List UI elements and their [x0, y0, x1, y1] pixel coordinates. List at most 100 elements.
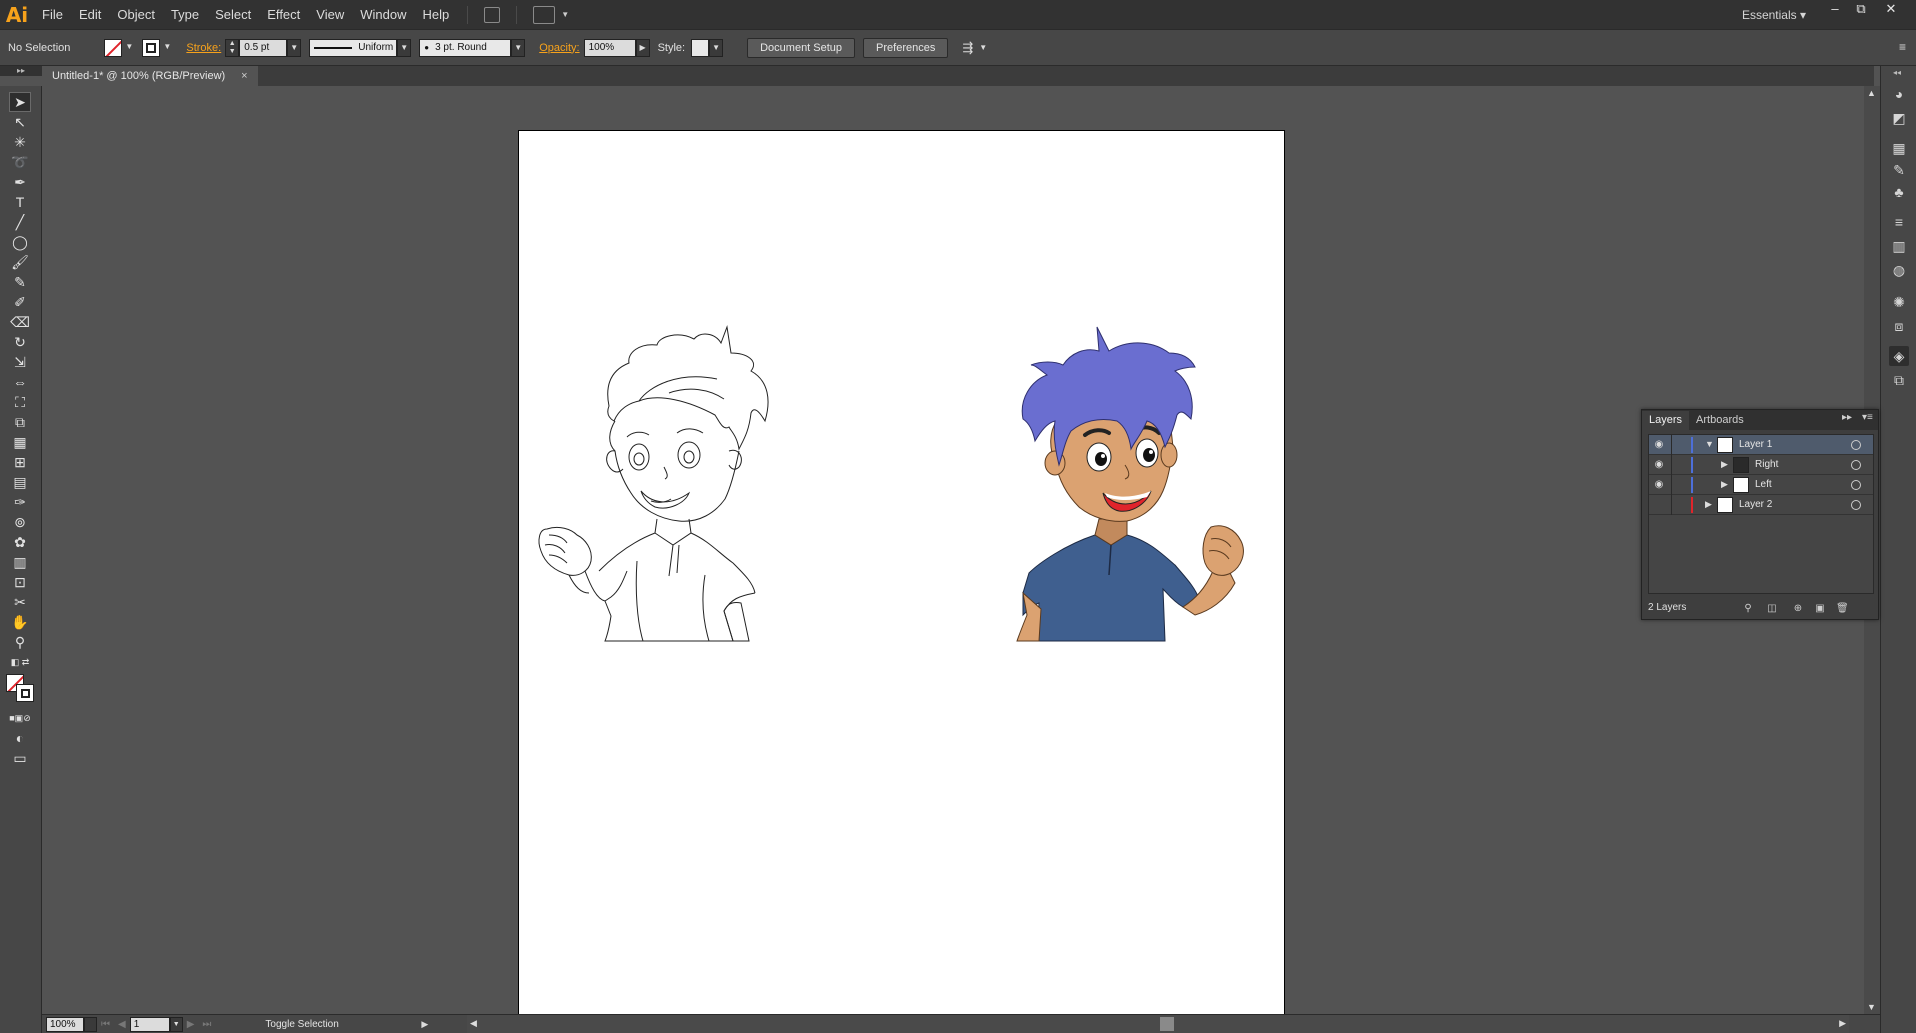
layer-row-right[interactable]: ◉ ▶ Right — [1649, 455, 1873, 475]
lasso-tool-icon[interactable]: ➰ — [9, 152, 31, 172]
close-tab-icon[interactable]: × — [241, 70, 247, 82]
arrange-documents-icon[interactable] — [533, 5, 556, 24]
perspective-grid-tool-icon[interactable]: ▦ — [9, 432, 31, 452]
panel-options-icon[interactable]: ▾≡ — [1862, 412, 1873, 423]
layer-row-layer2[interactable]: ▶ Layer 2 — [1649, 495, 1873, 515]
chevron-down-icon[interactable]: ▼ — [561, 10, 569, 19]
layer-row-left[interactable]: ◉ ▶ Left — [1649, 475, 1873, 495]
shape-builder-tool-icon[interactable]: ⧉ — [9, 412, 31, 432]
zoom-dropdown-icon[interactable] — [84, 1016, 97, 1032]
type-tool-icon[interactable]: T — [9, 192, 31, 212]
lock-toggle[interactable] — [1671, 455, 1672, 475]
toolbar-collapse-icon[interactable]: ▸▸ — [0, 66, 42, 76]
stroke-weight-field[interactable]: 0.5 pt — [239, 38, 288, 57]
menu-file[interactable]: File — [34, 0, 71, 30]
previous-artboard-icon[interactable]: ◀ — [118, 1019, 126, 1030]
mesh-tool-icon[interactable]: ⊞ — [9, 452, 31, 472]
magic-wand-tool-icon[interactable]: ✳ — [9, 132, 31, 152]
document-tab[interactable]: Untitled-1* @ 100% (RGB/Preview) × — [42, 66, 258, 86]
screen-mode-icon[interactable]: ▭ — [9, 748, 31, 768]
appearance-panel-icon[interactable]: ✺ — [1889, 292, 1909, 312]
layer-name[interactable]: Left — [1755, 475, 1772, 495]
width-tool-icon[interactable]: ⇔ — [9, 372, 31, 392]
free-transform-tool-icon[interactable]: ⛶ — [9, 392, 31, 412]
first-artboard-icon[interactable]: ⏮ — [101, 1019, 110, 1030]
lock-toggle[interactable] — [1671, 475, 1672, 495]
menu-edit[interactable]: Edit — [71, 0, 109, 30]
menu-type[interactable]: Type — [163, 0, 207, 30]
next-artboard-icon[interactable]: ▶ — [187, 1019, 195, 1030]
artboard[interactable] — [518, 130, 1285, 1014]
brush-definition[interactable]: ● 3 pt. Round — [419, 38, 512, 57]
visibility-eye-icon[interactable]: ◉ — [1653, 459, 1665, 471]
graphic-styles-icon[interactable]: ⧈ — [1889, 316, 1909, 336]
color-mode-icon[interactable]: ■▣⊘ — [9, 708, 31, 728]
collapse-panel-icon[interactable]: ▸▸ — [1842, 412, 1852, 423]
target-circle-icon[interactable] — [1851, 500, 1861, 510]
visibility-eye-icon[interactable]: ◉ — [1653, 439, 1665, 451]
stroke-dropdown-icon[interactable]: ▼ — [160, 39, 174, 57]
eraser-tool-icon[interactable]: ⌫ — [9, 312, 31, 332]
fill-swatch[interactable] — [104, 38, 123, 57]
preferences-button[interactable]: Preferences — [863, 37, 949, 58]
brushes-panel-icon[interactable]: ✎ — [1889, 160, 1909, 180]
collapse-triangle-icon[interactable]: ▼ — [1705, 439, 1714, 449]
symbol-sprayer-tool-icon[interactable]: ✿ — [9, 532, 31, 552]
rotate-tool-icon[interactable]: ↻ — [9, 332, 31, 352]
brush-dropdown-icon[interactable]: ▼ — [511, 38, 526, 57]
direct-selection-tool-icon[interactable]: ↖ — [9, 112, 31, 132]
selection-tool-icon[interactable]: ➤ — [9, 92, 31, 112]
artboard-number-field[interactable]: 1 — [129, 1016, 170, 1032]
new-layer-icon[interactable]: ▣ — [1814, 603, 1826, 615]
stroke-label[interactable]: Stroke: — [186, 42, 221, 54]
lock-toggle[interactable] — [1671, 495, 1672, 515]
delete-layer-icon[interactable]: 🗑 — [1836, 603, 1849, 615]
workspace-switcher[interactable]: Essentials ▾ — [1742, 0, 1806, 30]
expand-triangle-icon[interactable]: ▶ — [1721, 459, 1728, 470]
lock-toggle[interactable] — [1671, 435, 1672, 455]
menu-view[interactable]: View — [308, 0, 352, 30]
slice-tool-icon[interactable]: ✂ — [9, 592, 31, 612]
chevron-down-icon[interactable]: ▼ — [979, 43, 987, 52]
menu-object[interactable]: Object — [109, 0, 163, 30]
canvas[interactable] — [42, 86, 1868, 1014]
panel-menu-icon[interactable]: ≡ — [1899, 40, 1906, 54]
gradient-tool-icon[interactable]: ▤ — [9, 472, 31, 492]
opacity-label[interactable]: Opacity: — [539, 42, 579, 54]
arrange-icon[interactable]: ⇶ — [962, 40, 973, 56]
stroke-swatch[interactable] — [142, 38, 161, 57]
artboard-tool-icon[interactable]: ⊡ — [9, 572, 31, 592]
layer-name[interactable]: Right — [1755, 455, 1778, 475]
fill-stroke-swatches[interactable] — [6, 674, 36, 704]
profile-dropdown-icon[interactable]: ▼ — [397, 38, 412, 57]
panel-menu-icon[interactable]: ◂◂ — [1893, 68, 1901, 77]
new-sublayer-icon[interactable]: ⊕ — [1792, 603, 1804, 615]
fill-dropdown-icon[interactable]: ▼ — [122, 39, 136, 57]
gradient-panel-icon[interactable]: ▥ — [1889, 236, 1909, 256]
document-setup-button[interactable]: Document Setup — [747, 37, 856, 58]
blob-brush-tool-icon[interactable]: ✐ — [9, 292, 31, 312]
eyedropper-tool-icon[interactable]: ✑ — [9, 492, 31, 512]
menu-select[interactable]: Select — [207, 0, 259, 30]
artboards-panel-icon[interactable]: ⧉ — [1889, 370, 1909, 390]
status-text[interactable]: Toggle Selection — [265, 1019, 415, 1030]
transparency-panel-icon[interactable]: ◍ — [1889, 260, 1909, 280]
zoom-field[interactable]: 100% — [46, 1016, 84, 1032]
make-clipping-mask-icon[interactable]: ◫ — [1766, 603, 1778, 615]
tab-artboards[interactable]: Artboards — [1689, 411, 1751, 430]
pencil-tool-icon[interactable]: ✎ — [9, 272, 31, 292]
minimize-icon[interactable]: – — [1822, 0, 1848, 22]
zoom-tool-icon[interactable]: ⚲ — [9, 632, 31, 652]
color-panel-icon[interactable]: ◕ — [1889, 84, 1909, 104]
scroll-thumb[interactable] — [1160, 1017, 1174, 1031]
menu-effect[interactable]: Effect — [259, 0, 308, 30]
artboard-dropdown-icon[interactable]: ▼ — [169, 1016, 183, 1032]
horizontal-scrollbar[interactable]: ◀ ▶ — [467, 1015, 1849, 1033]
expand-triangle-icon[interactable]: ▶ — [1705, 499, 1712, 510]
close-icon[interactable]: ✕ — [1878, 0, 1904, 22]
symbols-panel-icon[interactable]: ♣ — [1889, 182, 1909, 202]
bridge-icon[interactable] — [484, 6, 501, 23]
last-artboard-icon[interactable]: ⏭ — [202, 1019, 211, 1030]
style-dropdown-icon[interactable]: ▼ — [709, 38, 724, 57]
scroll-up-icon[interactable]: ▲ — [1867, 88, 1876, 98]
